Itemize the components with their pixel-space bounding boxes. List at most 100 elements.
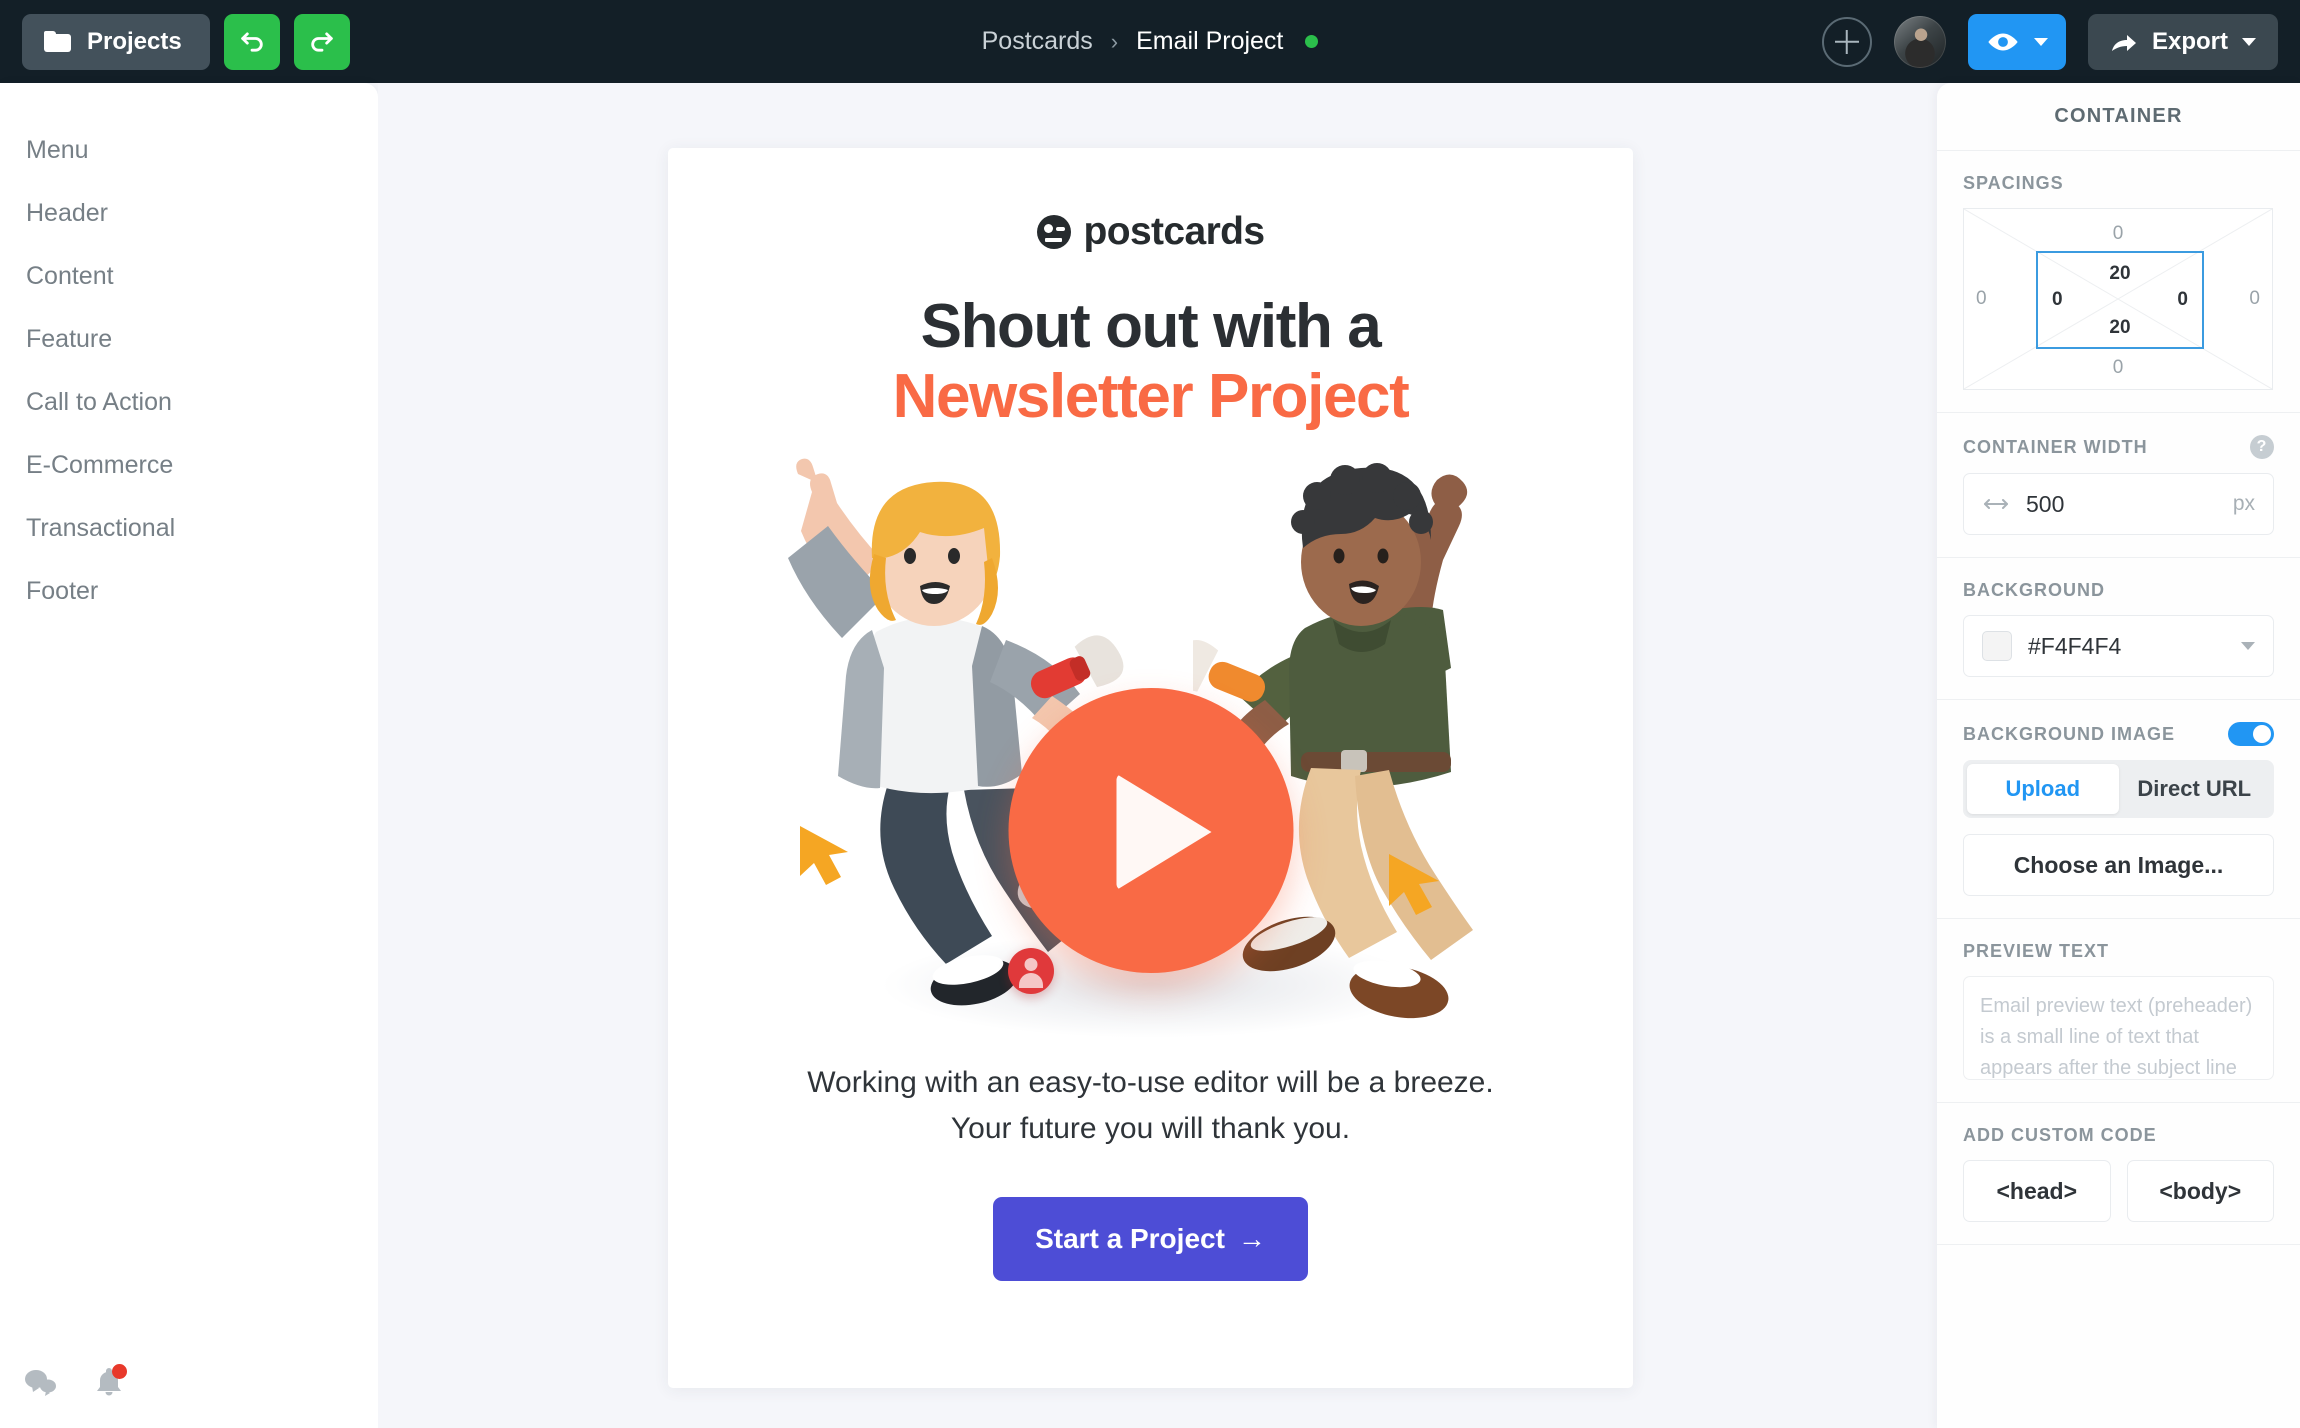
choose-an-image-button[interactable]: Choose an Image... [1963, 834, 2274, 896]
preview-text-input[interactable]: Email preview text (preheader) is a smal… [1963, 976, 2274, 1080]
padding-box[interactable]: 20 20 0 0 [2036, 251, 2204, 349]
chevron-down-icon[interactable] [2241, 642, 2255, 650]
sidebar-item-label: Content [26, 262, 114, 290]
body-code-button[interactable]: <body> [2126, 1160, 2274, 1222]
padding-right-value[interactable]: 0 [2177, 289, 2188, 311]
padding-left-value[interactable]: 0 [2052, 289, 2063, 311]
container-width-label: CONTAINER WIDTH ? [1963, 435, 2274, 459]
arrow-right-icon: → [1237, 1223, 1266, 1255]
notifications-button[interactable] [94, 1364, 127, 1398]
spacing-widget[interactable]: 0 0 0 0 20 20 0 0 [1963, 208, 2273, 390]
background-image-label: BACKGROUND IMAGE [1963, 722, 2274, 746]
headline-line-2: Newsletter Project [892, 362, 1410, 432]
hero-illustration [668, 450, 1633, 1050]
sidebar-item-footer[interactable]: Footer [0, 560, 378, 623]
sidebar-item-label: Menu [26, 136, 89, 164]
breadcrumb-root[interactable]: Postcards [982, 27, 1093, 56]
sidebar-item-e-commerce[interactable]: E-Commerce [0, 434, 378, 497]
play-button[interactable] [1008, 688, 1293, 974]
export-button[interactable]: Export [2087, 13, 2278, 70]
eye-icon [1988, 33, 2018, 50]
margin-bottom-value[interactable]: 0 [2113, 357, 2124, 379]
email-body-text[interactable]: Working with an easy-to-use editor will … [668, 1060, 1633, 1152]
margin-right-value[interactable]: 0 [2249, 288, 2260, 310]
sidebar-item-call-to-action[interactable]: Call to Action [0, 371, 378, 434]
email-headline[interactable]: Shout out with a Newsletter Project [668, 292, 1633, 432]
background-image-source-tabs: Upload Direct URL [1963, 760, 2274, 818]
breadcrumb-current[interactable]: Email Project [1136, 27, 1283, 56]
export-button-label: Export [2151, 27, 2228, 55]
email-logo: postcards [668, 148, 1633, 254]
background-label-text: BACKGROUND [1963, 580, 2105, 600]
sidebar-item-label: Call to Action [26, 388, 172, 416]
redo-button[interactable] [293, 13, 350, 70]
margin-top-value[interactable]: 0 [2113, 223, 2124, 245]
background-image-section: BACKGROUND IMAGE Upload Direct URL Choos… [1937, 700, 2300, 919]
preview-text-section: PREVIEW TEXT Email preview text (prehead… [1937, 919, 2300, 1103]
notification-badge [112, 1364, 127, 1379]
chat-button[interactable] [24, 1367, 58, 1397]
projects-button-label: Projects [87, 27, 182, 55]
background-image-toggle[interactable] [2228, 722, 2274, 746]
color-swatch[interactable] [1982, 631, 2012, 661]
head-code-button[interactable]: <head> [1963, 1160, 2111, 1222]
sidebar-item-content[interactable]: Content [0, 245, 378, 308]
sidebar-category-list: Menu Header Content Feature Call to Acti… [0, 83, 378, 623]
headline-line-1: Shout out with a [920, 292, 1382, 361]
custom-code-label-text: ADD CUSTOM CODE [1963, 1125, 2157, 1145]
preview-text-label-text: PREVIEW TEXT [1963, 941, 2110, 961]
sidebar-item-transactional[interactable]: Transactional [0, 497, 378, 560]
projects-button[interactable]: Projects [22, 13, 210, 70]
spacings-label-text: SPACINGS [1963, 173, 2064, 193]
sidebar-item-menu[interactable]: Menu [0, 119, 378, 182]
email-preview-card[interactable]: postcards Shout out with a Newsletter Pr… [668, 148, 1633, 1388]
tab-upload[interactable]: Upload [1967, 764, 2119, 814]
background-color-input[interactable]: #F4F4F4 [1963, 615, 2274, 677]
spacings-section: SPACINGS 0 0 0 0 20 20 0 0 [1937, 151, 2300, 413]
background-color-value: #F4F4F4 [2028, 632, 2122, 659]
add-button[interactable] [1821, 16, 1872, 67]
horizontal-resize-icon [1984, 499, 2008, 509]
padding-top-value[interactable]: 20 [2109, 263, 2130, 285]
help-icon[interactable]: ? [2250, 435, 2274, 459]
chat-icon [25, 1370, 56, 1396]
container-width-label-text: CONTAINER WIDTH [1963, 436, 2148, 457]
preview-button[interactable] [1967, 13, 2066, 70]
custom-code-label: ADD CUSTOM CODE [1963, 1125, 2274, 1146]
undo-icon [240, 31, 263, 52]
sidebar-footer-actions [24, 1364, 127, 1398]
project-saved-status-dot [1305, 35, 1319, 48]
email-cta-wrapper: Start a Project → [668, 1197, 1633, 1282]
folder-icon [44, 31, 71, 52]
toolbar-left-group: Projects [0, 13, 350, 70]
sidebar-item-label: Transactional [26, 514, 176, 542]
avatar[interactable] [1893, 15, 1946, 68]
top-toolbar: Projects Postcards › Email Project Expor… [0, 0, 2300, 83]
sidebar-item-label: Footer [26, 577, 99, 605]
user-badge-icon [1008, 948, 1054, 995]
undo-button[interactable] [223, 13, 280, 70]
padding-bottom-value[interactable]: 20 [2109, 317, 2130, 339]
sidebar-item-label: Header [26, 199, 108, 227]
properties-panel: CONTAINER SPACINGS 0 0 0 0 20 20 0 0 CON… [1937, 83, 2300, 1428]
container-width-section: CONTAINER WIDTH ? 500 px [1937, 413, 2300, 558]
panel-title: CONTAINER [1937, 83, 2300, 151]
container-width-input[interactable]: 500 px [1963, 473, 2274, 535]
background-section: BACKGROUND #F4F4F4 [1937, 558, 2300, 700]
chevron-down-icon [2242, 37, 2256, 46]
sidebar-item-label: Feature [26, 325, 113, 353]
tab-direct-url[interactable]: Direct URL [2119, 764, 2271, 814]
background-image-label-text: BACKGROUND IMAGE [1963, 723, 2175, 744]
sidebar-item-header[interactable]: Header [0, 182, 378, 245]
share-arrow-icon [2111, 34, 2136, 51]
start-a-project-button[interactable]: Start a Project → [993, 1197, 1308, 1282]
editor-canvas: postcards Shout out with a Newsletter Pr… [378, 83, 1937, 1428]
toolbar-right-group: Export [1821, 0, 2278, 83]
postcards-logo-text: postcards [1083, 210, 1266, 253]
sidebar-item-label: E-Commerce [26, 451, 174, 479]
cta-label: Start a Project [1035, 1223, 1225, 1255]
margin-left-value[interactable]: 0 [1976, 288, 1987, 310]
sidebar-item-feature[interactable]: Feature [0, 308, 378, 371]
custom-code-buttons: <head> <body> [1963, 1160, 2274, 1222]
play-icon [1116, 774, 1211, 891]
